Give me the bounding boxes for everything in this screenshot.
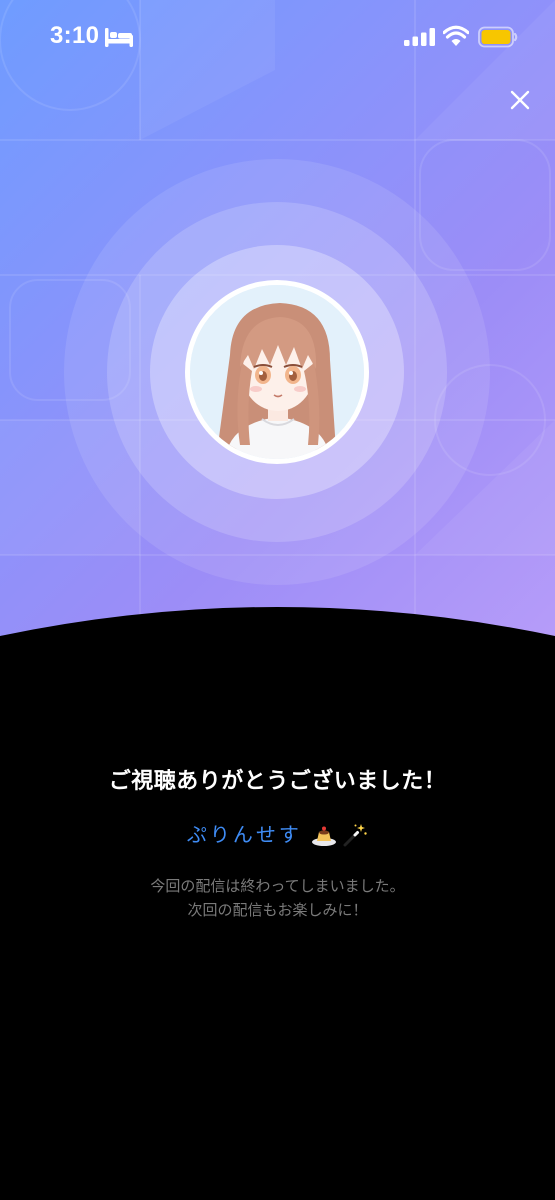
end-message-section: ご視聴ありがとうございました！ ぷりんせす 今回の配信は終わってしまいました。 … <box>0 760 555 922</box>
curved-divider <box>0 607 555 670</box>
signal-icon <box>404 28 435 46</box>
status-bar: 3:10 <box>0 0 555 76</box>
status-time: 3:10 <box>50 22 100 49</box>
close-button[interactable] <box>502 82 538 118</box>
message-line-2: 次回の配信もお楽しみに！ <box>187 901 368 919</box>
avatar-frame <box>185 280 369 464</box>
end-message: 今回の配信は終わってしまいました。 次回の配信もお楽しみに！ <box>0 874 555 922</box>
pudding-icon <box>312 826 336 846</box>
battery-icon <box>478 26 518 48</box>
streamer-name: ぷりんせす <box>186 822 302 847</box>
magic-wand-icon <box>343 823 367 846</box>
stream-ended-screen: 3:10 ご視聴ありがとうございました！ ぷりんせす 今回の配信は終わってしまい… <box>0 0 555 1200</box>
bed-icon <box>105 28 133 47</box>
close-icon <box>510 90 530 110</box>
hero-banner: 3:10 <box>0 0 555 640</box>
streamer-row: ぷりんせす <box>0 816 555 852</box>
thanks-title: ご視聴ありがとうございました！ <box>108 769 447 794</box>
streamer-avatar <box>190 285 364 459</box>
wifi-icon <box>443 25 469 46</box>
message-line-1: 今回の配信は終わってしまいました。 <box>150 877 405 895</box>
